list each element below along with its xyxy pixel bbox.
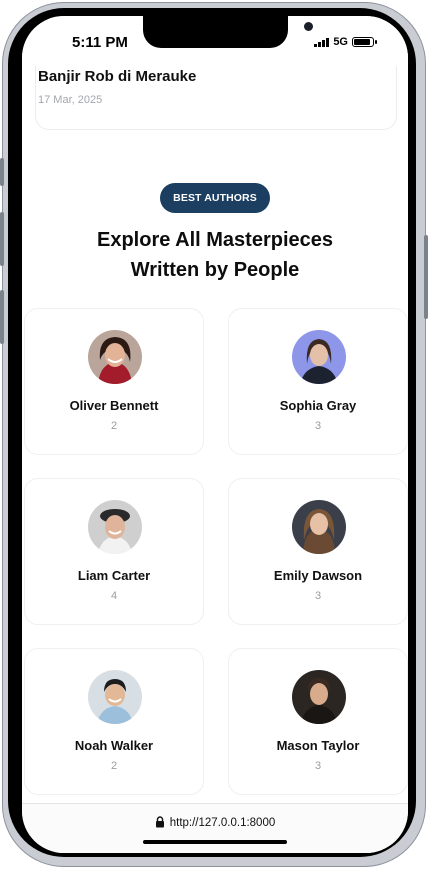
power-button	[424, 235, 428, 319]
url-display[interactable]: http://127.0.0.1:8000	[22, 813, 408, 832]
author-card[interactable]: Noah Walker 2	[24, 648, 204, 795]
page-content: Banjir Rob di Merauke 17 Mar, 2025 BEST …	[22, 16, 408, 853]
author-card[interactable]: Emily Dawson 3	[228, 478, 408, 625]
network-type: 5G	[333, 36, 348, 48]
author-card[interactable]: Oliver Bennett 2	[24, 308, 204, 455]
author-post-count: 3	[314, 760, 322, 772]
author-post-count: 3	[314, 590, 322, 602]
author-name: Oliver Bennett	[69, 398, 159, 413]
author-post-count: 2	[110, 420, 118, 432]
battery-fill	[354, 39, 371, 45]
author-card[interactable]: Sophia Gray 3	[228, 308, 408, 455]
browser-url-bar[interactable]: http://127.0.0.1:8000	[22, 803, 408, 853]
url-text[interactable]: http://127.0.0.1:8000	[170, 817, 276, 829]
phone-screen: Banjir Rob di Merauke 17 Mar, 2025 BEST …	[22, 16, 408, 853]
volume-down-button	[0, 290, 4, 344]
news-title[interactable]: Banjir Rob di Merauke	[38, 68, 196, 85]
status-indicators: 5G	[314, 36, 377, 48]
battery-icon	[352, 37, 377, 47]
lock-icon	[155, 813, 165, 832]
mute-switch	[0, 158, 4, 186]
author-card[interactable]: Liam Carter 4	[24, 478, 204, 625]
author-post-count: 2	[110, 760, 118, 772]
author-name: Emily Dawson	[273, 568, 363, 583]
news-date: 17 Mar, 2025	[38, 94, 103, 106]
status-time: 5:11 PM	[72, 34, 128, 51]
section-heading: Explore All Masterpieces Written by Peop…	[22, 225, 408, 285]
author-avatar	[88, 670, 142, 724]
author-name: Sophia Gray	[279, 398, 357, 413]
author-avatar	[292, 670, 346, 724]
camera-icon	[304, 22, 313, 31]
author-name: Noah Walker	[74, 738, 154, 753]
volume-up-button	[0, 212, 4, 266]
best-authors-badge: BEST AUTHORS	[160, 183, 270, 213]
author-card[interactable]: Mason Taylor 3	[228, 648, 408, 795]
status-bar: 5:11 PM 5G	[22, 16, 408, 66]
author-name: Liam Carter	[77, 568, 151, 583]
signal-icon	[314, 37, 330, 47]
home-indicator[interactable]	[143, 840, 287, 844]
author-name: Mason Taylor	[276, 738, 360, 753]
heading-line-2: Written by People	[130, 259, 300, 281]
author-avatar	[292, 500, 346, 554]
author-avatar	[88, 500, 142, 554]
author-post-count: 4	[110, 590, 118, 602]
author-post-count: 3	[314, 420, 322, 432]
notch	[143, 16, 313, 48]
author-avatar	[88, 330, 142, 384]
author-avatar	[292, 330, 346, 384]
heading-line-1: Explore All Masterpieces	[96, 229, 334, 251]
